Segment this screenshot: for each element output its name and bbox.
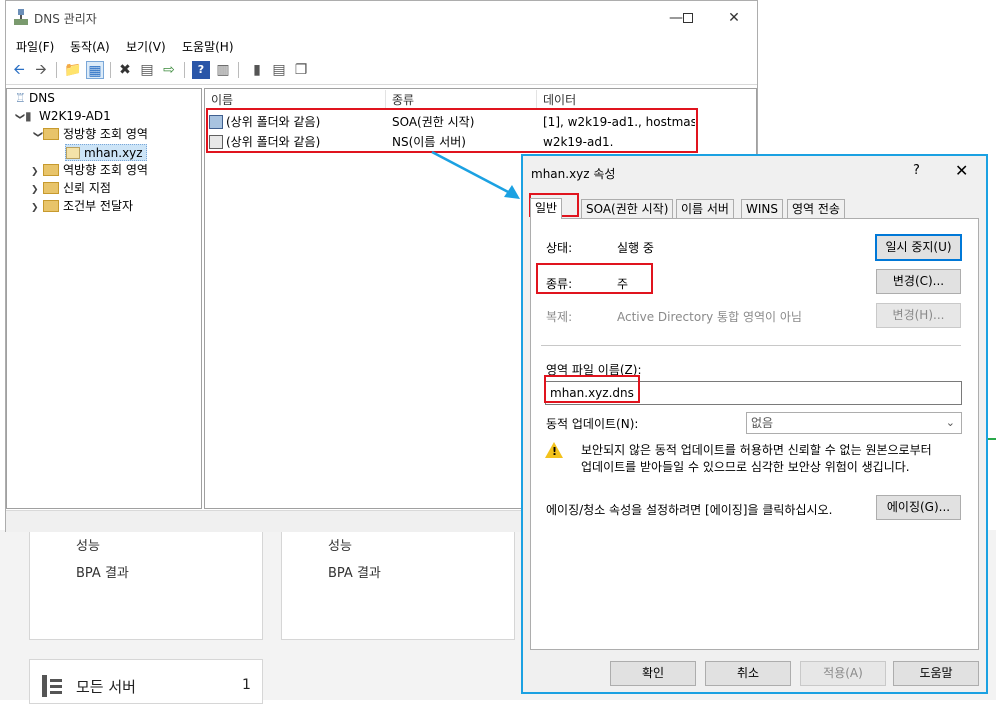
back-icon[interactable]: 🡨 bbox=[10, 61, 28, 79]
chevron-right-icon[interactable]: ❯ bbox=[31, 182, 43, 199]
card-bpa-link[interactable]: BPA 결과 bbox=[76, 562, 129, 581]
type-highlight bbox=[536, 263, 653, 294]
show-tree-icon[interactable]: ▦ bbox=[86, 61, 104, 79]
dns-app-icon bbox=[14, 9, 28, 25]
tree-label: W2K19-AD1 bbox=[39, 109, 111, 123]
server-icon[interactable]: ▮ bbox=[248, 61, 266, 79]
copy-icon[interactable]: ❐ bbox=[292, 61, 310, 79]
folder-icon bbox=[43, 200, 59, 212]
properties-icon[interactable]: ▤ bbox=[138, 61, 156, 79]
menu-view[interactable]: 보기(V) bbox=[126, 38, 166, 55]
zone-file-highlight bbox=[544, 375, 640, 403]
tree-node-dns[interactable]: ♖ DNS bbox=[15, 90, 55, 107]
tab-wins[interactable]: WINS bbox=[741, 199, 783, 219]
dialog-close-icon[interactable]: ✕ bbox=[955, 161, 968, 180]
tree-node-server[interactable]: ❯▮ W2K19-AD1 bbox=[13, 108, 111, 125]
help-button[interactable]: 도움말 bbox=[893, 661, 979, 686]
chevron-right-icon[interactable]: ❯ bbox=[31, 200, 43, 217]
menu-help[interactable]: 도움말(H) bbox=[182, 38, 234, 55]
menu-action[interactable]: 동작(A) bbox=[70, 38, 110, 55]
aging-text: 에이징/청소 속성을 설정하려면 [에이징]을 클릭하십시오. bbox=[546, 503, 833, 517]
dashboard-card[interactable]: 성능 BPA 결과 bbox=[281, 530, 515, 640]
replication-label: 복제: bbox=[546, 310, 573, 324]
tree-node-trust-points[interactable]: ❯ 신뢰 지점 bbox=[31, 180, 111, 197]
export-icon[interactable]: ⇨ bbox=[160, 61, 178, 79]
zone-properties-dialog: mhan.xyz 속성 ? ✕ 일반 SOA(권한 시작) 이름 서버 WINS… bbox=[521, 154, 988, 694]
zone-file-icon bbox=[66, 147, 80, 159]
toolbar: 🡨 🡪 📁 ▦ ✖ ▤ ⇨ ? ▥ ▮ ▤ ❐ bbox=[6, 57, 757, 85]
tree-label: mhan.xyz bbox=[84, 146, 143, 160]
list-icon[interactable]: ▤ bbox=[270, 61, 288, 79]
dialog-title: mhan.xyz 속성 bbox=[531, 167, 616, 181]
dynamic-update-selected: 없음 bbox=[751, 416, 774, 430]
dynamic-update-label: 동적 업데이트(N): bbox=[546, 417, 639, 431]
card-performance-link[interactable]: 성능 bbox=[76, 535, 100, 554]
change-type-button[interactable]: 변경(C)... bbox=[876, 269, 961, 294]
status-value: 실행 중 bbox=[617, 241, 654, 255]
dashboard-card[interactable]: 성능 BPA 결과 bbox=[29, 530, 263, 640]
apply-button[interactable]: 적용(A) bbox=[800, 661, 886, 686]
tab-zone-transfers[interactable]: 영역 전송 bbox=[787, 199, 845, 219]
up-folder-icon[interactable]: 📁 bbox=[64, 61, 82, 79]
close-window-button[interactable]: ✕ bbox=[719, 7, 749, 29]
card-performance-link[interactable]: 성능 bbox=[328, 535, 352, 554]
folder-icon bbox=[43, 182, 59, 194]
divider bbox=[541, 345, 961, 346]
dns-node-icon: ♖ bbox=[15, 91, 26, 105]
menu-bar: 파일(F) 동작(A) 보기(V) 도움말(H) bbox=[6, 35, 757, 57]
chevron-down-icon[interactable]: ❯ bbox=[29, 131, 46, 143]
aging-button[interactable]: 에이징(G)... bbox=[876, 495, 961, 520]
card-bpa-link[interactable]: BPA 결과 bbox=[328, 562, 381, 581]
menu-file[interactable]: 파일(F) bbox=[16, 38, 54, 55]
warning-text-line1: 보안되지 않은 동적 업데이트를 허용하면 신뢰할 수 없는 원본으로부터 bbox=[581, 443, 932, 457]
status-label: 상태: bbox=[546, 241, 573, 255]
chevron-down-icon: ⌄ bbox=[945, 416, 955, 429]
tree-node-reverse-zones[interactable]: ❯ 역방향 조회 영역 bbox=[31, 162, 148, 179]
view-icon[interactable]: ▥ bbox=[214, 61, 232, 79]
tree-label: 조건부 전달자 bbox=[63, 199, 134, 213]
records-highlight bbox=[206, 108, 698, 153]
column-header-data[interactable]: 데이터 bbox=[537, 90, 756, 110]
tab-soa[interactable]: SOA(권한 시작) bbox=[581, 199, 674, 219]
column-header-name[interactable]: 이름 bbox=[205, 90, 386, 110]
tab-name-servers[interactable]: 이름 서버 bbox=[676, 199, 734, 219]
folder-icon bbox=[43, 164, 59, 176]
maximize-button[interactable] bbox=[673, 7, 703, 29]
all-servers-tile[interactable]: 모든 서버 1 bbox=[29, 659, 263, 704]
cancel-button[interactable]: 취소 bbox=[705, 661, 791, 686]
dynamic-update-select[interactable]: 없음 ⌄ bbox=[746, 412, 962, 434]
all-servers-label: 모든 서버 bbox=[76, 678, 136, 696]
chevron-right-icon[interactable]: ❯ bbox=[31, 164, 43, 181]
forward-icon[interactable]: 🡪 bbox=[32, 61, 50, 79]
tree-node-mhan-xyz[interactable]: mhan.xyz bbox=[65, 144, 147, 161]
warning-text-line2: 업데이트를 받아들일 수 있으므로 심각한 보안상 위험이 생깁니다. bbox=[581, 460, 910, 474]
tree-label: 신뢰 지점 bbox=[63, 181, 111, 195]
tree-label: 역방향 조회 영역 bbox=[63, 163, 148, 177]
change-replication-button[interactable]: 변경(H)... bbox=[876, 303, 961, 328]
all-servers-count: 1 bbox=[242, 677, 251, 693]
replication-value: Active Directory 통합 영역이 아님 bbox=[617, 310, 802, 324]
column-header-type[interactable]: 종류 bbox=[386, 90, 537, 110]
dialog-help-icon[interactable]: ? bbox=[913, 163, 920, 178]
tree-label: DNS bbox=[29, 91, 55, 105]
tab-general[interactable]: 일반 bbox=[530, 198, 563, 219]
ok-button[interactable]: 확인 bbox=[610, 661, 696, 686]
tree-label: 정방향 조회 영역 bbox=[63, 127, 148, 141]
help-icon[interactable]: ? bbox=[192, 61, 210, 79]
background-indicator bbox=[988, 438, 996, 440]
warning-icon-mark: ! bbox=[552, 445, 558, 458]
server-list-icon bbox=[42, 675, 62, 697]
console-tree: ♖ DNS ❯▮ W2K19-AD1 ❯ 정방향 조회 영역 mhan.xyz ❯ 역방… bbox=[6, 88, 202, 509]
title-bar[interactable]: DNS 관리자 — ✕ bbox=[6, 1, 757, 35]
chevron-down-icon[interactable]: ❯ bbox=[11, 113, 28, 125]
tree-node-conditional-forwarders[interactable]: ❯ 조건부 전달자 bbox=[31, 198, 133, 215]
window-title: DNS 관리자 bbox=[34, 12, 97, 26]
pause-button[interactable]: 일시 중지(U) bbox=[875, 234, 962, 261]
tree-node-forward-zones[interactable]: ❯ 정방향 조회 영역 bbox=[31, 126, 148, 143]
delete-icon[interactable]: ✖ bbox=[116, 61, 134, 79]
callout-arrow bbox=[431, 150, 520, 199]
